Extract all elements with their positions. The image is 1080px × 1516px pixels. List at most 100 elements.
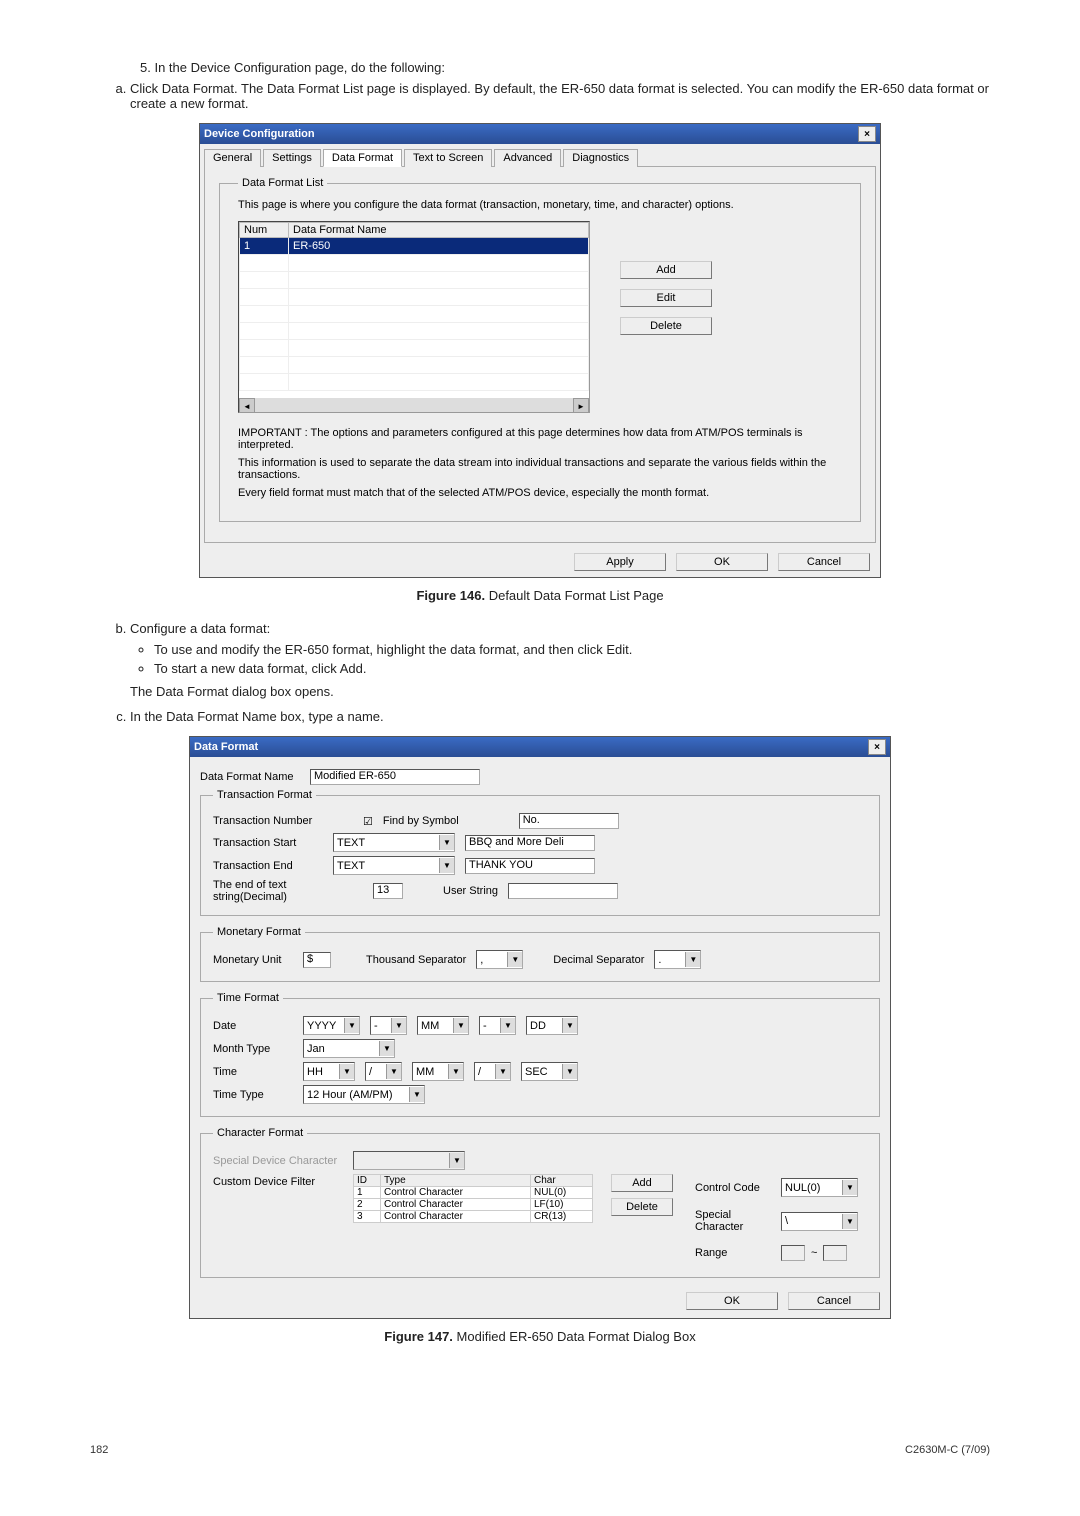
time-sep1-select[interactable]: /▼	[365, 1062, 402, 1081]
date-month-select[interactable]: MM▼	[417, 1016, 469, 1035]
table-row[interactable]: 1 ER-650	[240, 238, 589, 255]
add-button[interactable]: Add	[620, 261, 712, 279]
device-config-dialog: Device Configuration × General Settings …	[199, 123, 881, 578]
chevron-down-icon: ▼	[449, 1153, 464, 1168]
control-code-label: Control Code	[695, 1182, 775, 1194]
tab-advanced[interactable]: Advanced	[494, 149, 561, 167]
time-format-group: Time Format Date YYYY▼ -▼ MM▼ -▼ DD▼ Mon…	[200, 992, 880, 1117]
chevron-down-icon: ▼	[391, 1018, 406, 1033]
table-row[interactable]	[240, 306, 589, 323]
decimal-sep-label: Decimal Separator	[553, 954, 644, 966]
tx-end-select[interactable]: TEXT▼	[333, 856, 455, 875]
step-5b: Configure a data format: To use and modi…	[130, 621, 990, 699]
thousand-sep-select[interactable]: ,▼	[476, 950, 523, 969]
range-from	[781, 1245, 805, 1261]
month-type-select[interactable]: Jan▼	[303, 1039, 395, 1058]
special-char-label: Special Character	[695, 1209, 775, 1233]
cancel-button[interactable]: Cancel	[778, 553, 870, 571]
name-input[interactable]: Modified ER-650	[310, 769, 480, 785]
eot-input[interactable]: 13	[373, 883, 403, 899]
transaction-format-group: Transaction Format Transaction Number ☑ …	[200, 789, 880, 916]
apply-button[interactable]: Apply	[574, 553, 666, 571]
data-format-table[interactable]: Num Data Format Name 1 ER-650	[238, 221, 590, 413]
close-icon[interactable]: ×	[858, 126, 876, 142]
chevron-down-icon: ▼	[562, 1018, 577, 1033]
cancel-button[interactable]: Cancel	[788, 1292, 880, 1310]
control-code-select[interactable]: NUL(0)▼	[781, 1178, 858, 1197]
titlebar: Data Format ×	[190, 737, 890, 757]
name-label: Data Format Name	[200, 771, 300, 783]
tab-general[interactable]: General	[204, 149, 261, 167]
chevron-down-icon: ▼	[507, 952, 522, 967]
time-sep2-select[interactable]: /▼	[474, 1062, 511, 1081]
edit-button[interactable]: Edit	[620, 289, 712, 307]
cf-delete-button[interactable]: Delete	[611, 1198, 673, 1216]
decimal-sep-select[interactable]: .▼	[654, 950, 701, 969]
horizontal-scrollbar[interactable]: ◄ ►	[239, 398, 589, 412]
table-row[interactable]	[240, 374, 589, 391]
table-row[interactable]: 1Control CharacterNUL(0)	[354, 1187, 593, 1199]
table-row[interactable]: 3Control CharacterCR(13)	[354, 1211, 593, 1223]
monetary-format-group: Monetary Format Monetary Unit $ Thousand…	[200, 926, 880, 982]
table-row[interactable]	[240, 357, 589, 374]
step-5a-text: Click Data Format. The Data Format List …	[130, 81, 989, 111]
time-type-select[interactable]: 12 Hour (AM/PM)▼	[303, 1085, 425, 1104]
tab-strip: General Settings Data Format Text to Scr…	[200, 144, 880, 166]
scroll-left-icon[interactable]: ◄	[239, 398, 255, 413]
ok-button[interactable]: OK	[676, 553, 768, 571]
time-min-select[interactable]: MM▼	[412, 1062, 464, 1081]
custom-filter-table[interactable]: ID Type Char 1Control CharacterNUL(0) 2C…	[353, 1174, 593, 1223]
close-icon[interactable]: ×	[868, 739, 886, 755]
tab-text-to-screen[interactable]: Text to Screen	[404, 149, 492, 167]
user-string-input[interactable]	[508, 883, 618, 899]
step-5b-bullet1: To use and modify the ER-650 format, hig…	[154, 642, 990, 657]
dialog-title: Data Format	[194, 741, 258, 753]
chevron-down-icon: ▼	[685, 952, 700, 967]
time-type-label: Time Type	[213, 1089, 293, 1101]
tx-start-value[interactable]: BBQ and More Deli	[465, 835, 595, 851]
cf-add-button[interactable]: Add	[611, 1174, 673, 1192]
group-legend: Data Format List	[238, 177, 327, 189]
tx-start-select[interactable]: TEXT▼	[333, 833, 455, 852]
titlebar: Device Configuration ×	[200, 124, 880, 144]
tab-settings[interactable]: Settings	[263, 149, 321, 167]
table-row[interactable]	[240, 289, 589, 306]
symbol-input[interactable]: No.	[519, 813, 619, 829]
tx-start-label: Transaction Start	[213, 837, 323, 849]
step-5b-bullet2: To start a new data format, click Add.	[154, 661, 990, 676]
step-5b-title: Configure a data format:	[130, 621, 270, 636]
find-by-symbol-checkbox[interactable]: ☑	[363, 815, 373, 828]
date-day-select[interactable]: DD▼	[526, 1016, 578, 1035]
table-row[interactable]	[240, 323, 589, 340]
table-row[interactable]: 2Control CharacterLF(10)	[354, 1199, 593, 1211]
tx-end-value[interactable]: THANK YOU	[465, 858, 595, 874]
special-device-char-label: Special Device Character	[213, 1155, 343, 1167]
delete-button[interactable]: Delete	[620, 317, 712, 335]
date-year-select[interactable]: YYYY▼	[303, 1016, 360, 1035]
document-code: C2630M-C (7/09)	[905, 1444, 990, 1456]
date-sep2-select[interactable]: -▼	[479, 1016, 516, 1035]
note-important: IMPORTANT : The options and parameters c…	[238, 427, 842, 451]
chevron-down-icon: ▼	[386, 1064, 401, 1079]
monetary-unit-input[interactable]: $	[303, 952, 331, 968]
character-format-group: Character Format Special Device Characte…	[200, 1127, 880, 1278]
chevron-down-icon: ▼	[842, 1214, 857, 1229]
tab-data-format[interactable]: Data Format	[323, 149, 402, 167]
tab-diagnostics[interactable]: Diagnostics	[563, 149, 638, 167]
figure-147-caption: Figure 147. Modified ER-650 Data Format …	[90, 1329, 990, 1344]
table-row[interactable]	[240, 255, 589, 272]
chevron-down-icon: ▼	[409, 1087, 424, 1102]
table-row[interactable]	[240, 340, 589, 357]
special-device-char-select: ▼	[353, 1151, 465, 1170]
time-hour-select[interactable]: HH▼	[303, 1062, 355, 1081]
scroll-right-icon[interactable]: ►	[573, 398, 589, 413]
time-sec-select[interactable]: SEC▼	[521, 1062, 578, 1081]
date-sep1-select[interactable]: -▼	[370, 1016, 407, 1035]
user-string-label: User String	[443, 885, 498, 897]
col-name: Data Format Name	[289, 223, 589, 238]
note-field-format: Every field format must match that of th…	[238, 487, 842, 499]
special-char-select[interactable]: \▼	[781, 1212, 858, 1231]
ok-button[interactable]: OK	[686, 1292, 778, 1310]
table-row[interactable]	[240, 272, 589, 289]
chevron-down-icon: ▼	[495, 1064, 510, 1079]
